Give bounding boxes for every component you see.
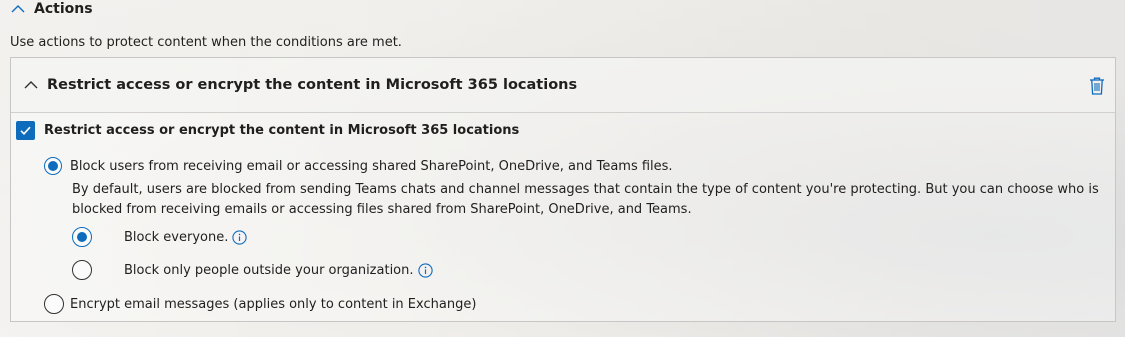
encrypt-label: Encrypt email messages (applies only to … — [70, 296, 477, 312]
restrict-access-checkbox-row[interactable]: Restrict access or encrypt the content i… — [16, 121, 519, 140]
restrict-access-checkbox[interactable] — [16, 121, 35, 140]
block-users-label: Block users from receiving email or acce… — [70, 158, 673, 174]
chevron-up-icon — [11, 5, 25, 13]
encrypt-option[interactable]: Encrypt email messages (applies only to … — [44, 294, 476, 314]
actions-description: Use actions to protect content when the … — [10, 35, 402, 50]
actions-section-toggle[interactable]: Actions — [10, 0, 93, 18]
info-icon[interactable] — [417, 262, 433, 278]
card-title: Restrict access or encrypt the content i… — [47, 77, 578, 93]
actions-title: Actions — [34, 1, 93, 17]
info-icon[interactable] — [232, 229, 247, 245]
encrypt-radio[interactable] — [44, 294, 64, 314]
block-outside-radio[interactable] — [72, 260, 92, 280]
block-users-option[interactable]: Block users from receiving email or acce… — [44, 157, 673, 175]
checkmark-icon — [20, 126, 31, 135]
delete-icon[interactable] — [1089, 77, 1105, 95]
chevron-up-icon — [24, 81, 38, 89]
block-users-radio[interactable] — [44, 157, 62, 175]
block-outside-option[interactable]: Block only people outside your organizat… — [72, 260, 433, 280]
block-everyone-label: Block everyone. — [124, 229, 229, 245]
block-outside-label: Block only people outside your organizat… — [124, 262, 414, 278]
block-everyone-radio[interactable] — [72, 227, 92, 247]
block-users-description: By default, users are blocked from sendi… — [72, 182, 1099, 217]
restrict-access-checkbox-label: Restrict access or encrypt the content i… — [44, 123, 520, 138]
card-header[interactable]: Restrict access or encrypt the content i… — [11, 58, 1115, 113]
block-everyone-option[interactable]: Block everyone. — [72, 227, 247, 247]
